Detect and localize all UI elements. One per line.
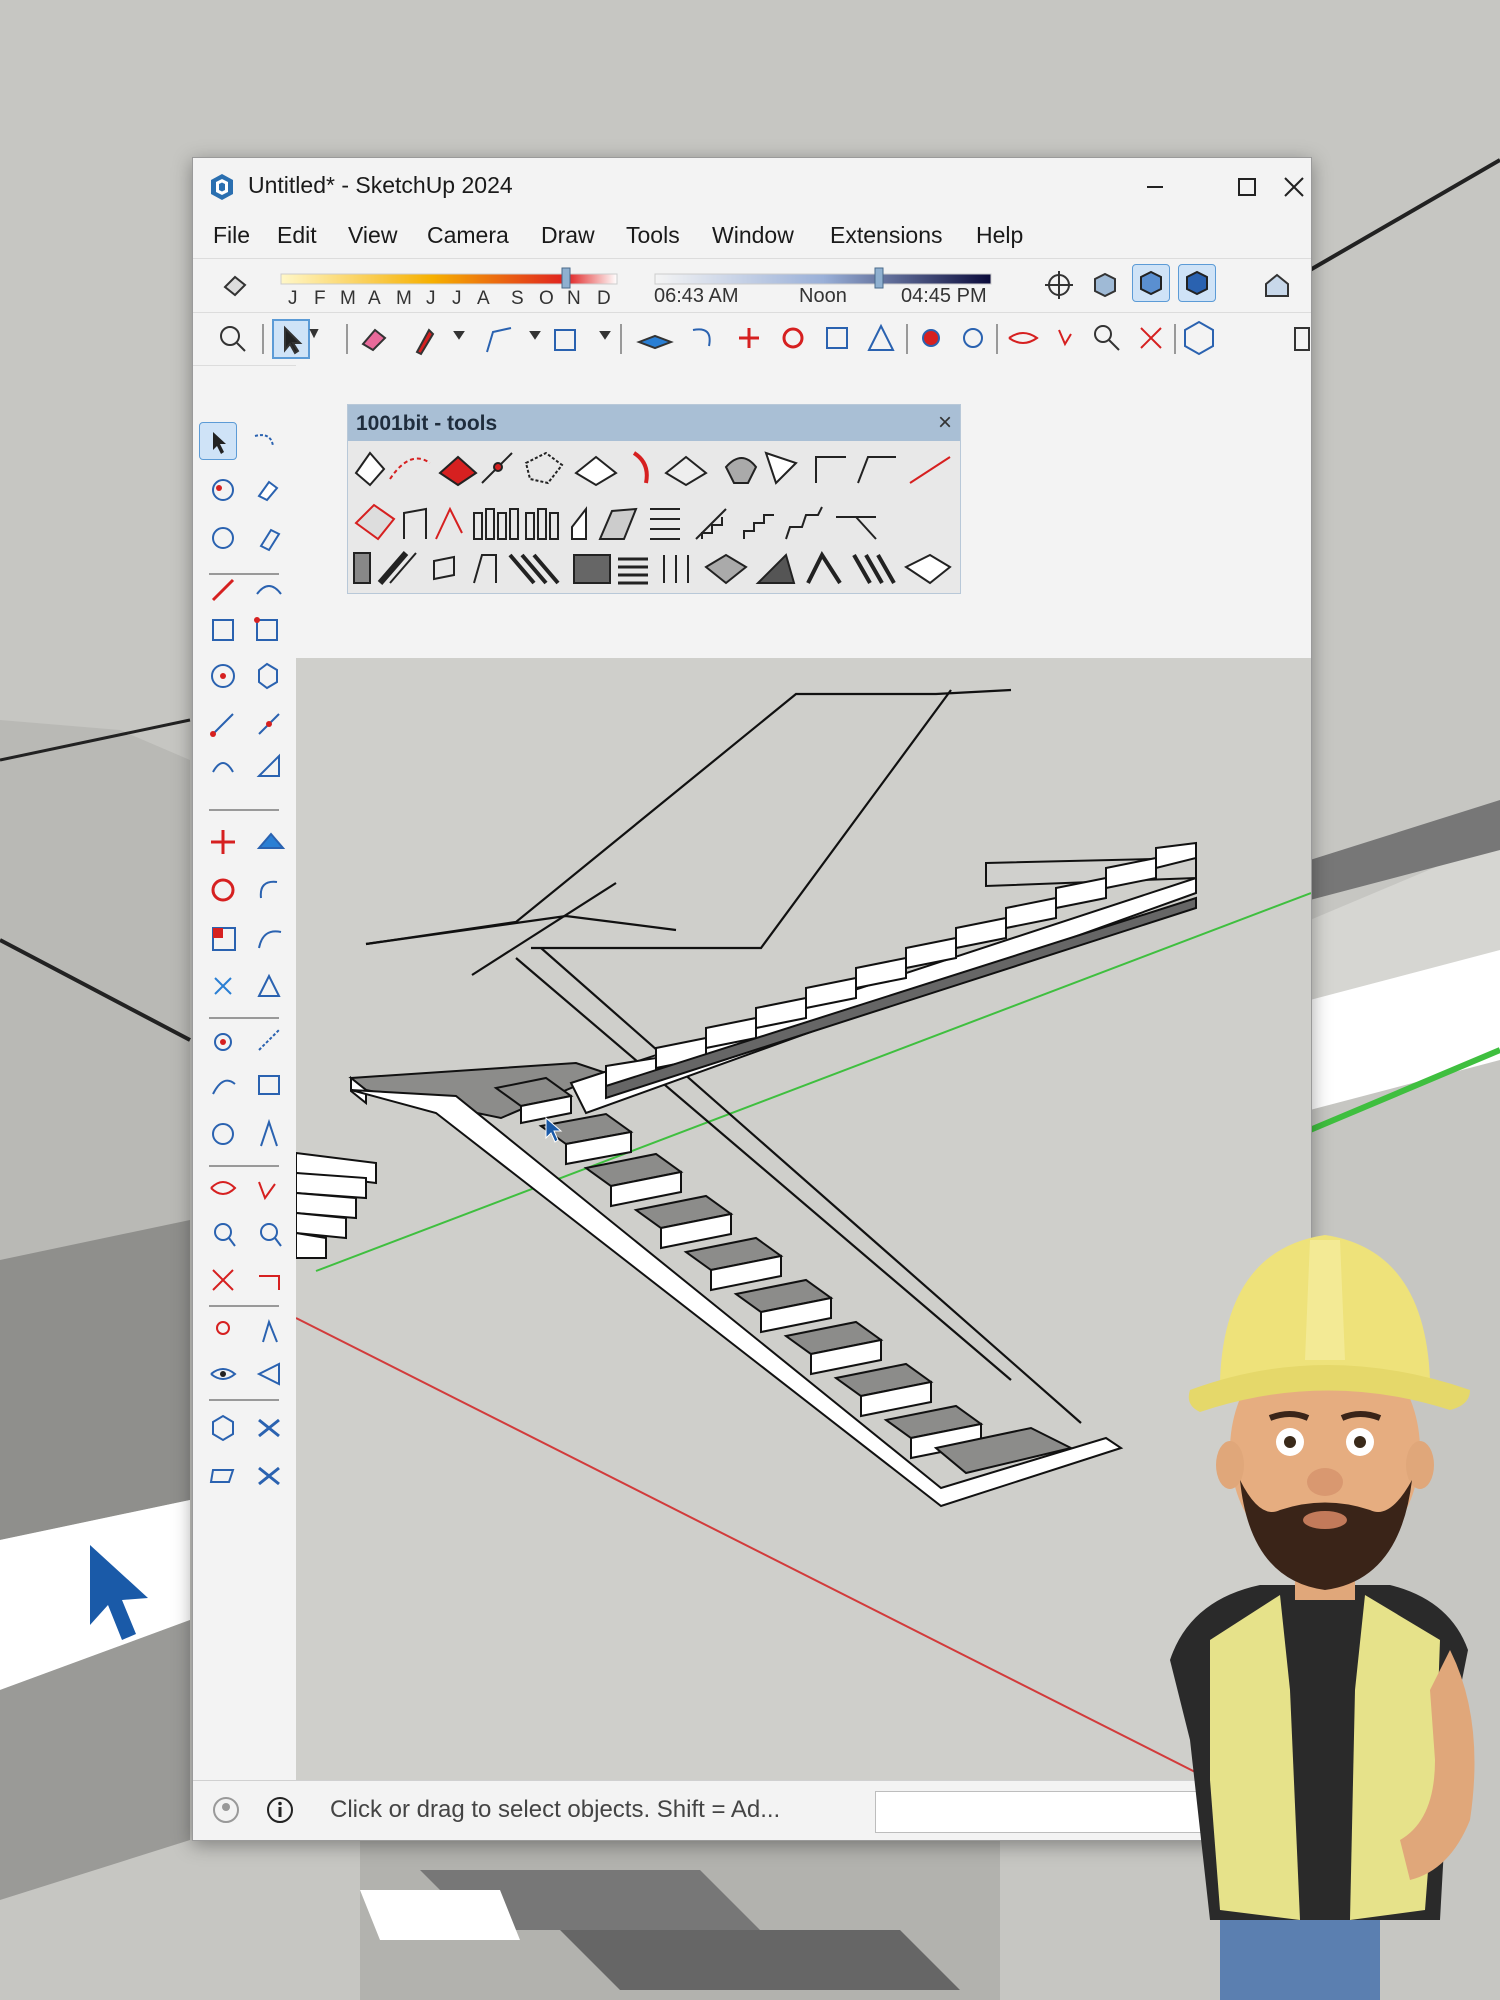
select-arrow-icon — [213, 432, 226, 454]
shadow-icon — [223, 275, 247, 297]
xray-button[interactable] — [1132, 264, 1170, 302]
menu-camera[interactable]: Camera — [427, 222, 509, 249]
crosshair-icon — [1045, 271, 1073, 299]
maximize-icon — [1238, 178, 1256, 196]
time-start-label: 06:43 AM — [654, 285, 739, 307]
left-toolbar-icons[interactable] — [199, 470, 291, 1670]
house-icon — [1265, 273, 1289, 297]
menu-tools[interactable]: Tools — [626, 222, 680, 249]
position-camera-button[interactable] — [1040, 266, 1078, 304]
select-tool[interactable] — [199, 422, 237, 460]
month-label: D — [597, 288, 611, 309]
lasso-icon — [254, 434, 274, 447]
month-slider-thumb[interactable] — [561, 267, 571, 289]
month-label: J — [452, 288, 462, 309]
extension-panel-header: 1001bit - tools × — [348, 405, 960, 441]
month-slider[interactable] — [279, 266, 619, 290]
month-label: M — [340, 288, 356, 309]
upper-flight — [569, 841, 1197, 1115]
menu-window[interactable]: Window — [712, 222, 794, 249]
left-partial-stair — [295, 1151, 377, 1259]
month-label: M — [396, 288, 412, 309]
menu-view[interactable]: View — [348, 222, 397, 249]
month-label: J — [426, 288, 436, 309]
extension-panel-1001bit: 1001bit - tools × — [347, 404, 961, 594]
month-label: A — [368, 288, 381, 309]
menu-bar: File Edit View Camera Draw Tools Window … — [193, 216, 1311, 256]
minimize-button[interactable] — [1125, 166, 1185, 208]
month-label: A — [477, 288, 490, 309]
extension-panel-close-button[interactable]: × — [938, 409, 952, 437]
lower-flight — [350, 1076, 1124, 1508]
info-icon[interactable] — [265, 1795, 295, 1825]
extension-tool-icons[interactable] — [350, 443, 956, 589]
geo-location-icon[interactable] — [211, 1795, 241, 1825]
style-cube-icon — [1094, 272, 1116, 298]
month-label: S — [511, 288, 524, 309]
title-bar: Untitled* - SketchUp 2024 — [193, 158, 1311, 216]
menu-extensions[interactable]: Extensions — [830, 222, 943, 249]
menu-file[interactable]: File — [213, 222, 250, 249]
time-mid-label: Noon — [799, 285, 847, 307]
red-axis — [295, 1317, 1212, 1781]
menu-draw[interactable]: Draw — [541, 222, 595, 249]
styles-button[interactable] — [1086, 266, 1124, 304]
sketchup-logo-icon — [211, 174, 233, 200]
close-icon — [1284, 177, 1304, 197]
lasso-tool[interactable] — [245, 424, 283, 462]
close-button[interactable] — [1264, 166, 1311, 208]
shaded-cube-icon — [1186, 270, 1208, 296]
window-title: Untitled* - SketchUp 2024 — [248, 172, 513, 198]
menu-edit[interactable]: Edit — [277, 222, 317, 249]
minimize-icon — [1147, 186, 1163, 188]
month-label: J — [288, 288, 298, 309]
jeans — [1220, 1920, 1380, 2000]
extension-panel-title: 1001bit - tools — [356, 412, 498, 435]
status-bar: Click or drag to select objects. Shift =… — [193, 1780, 1311, 1840]
month-label: O — [539, 288, 554, 309]
time-slider-thumb[interactable] — [874, 267, 884, 289]
shaded-button[interactable] — [1178, 264, 1216, 302]
main-toolbar-icons[interactable] — [193, 316, 1311, 362]
xray-cube-icon — [1140, 270, 1162, 296]
house-view-button[interactable] — [1258, 266, 1296, 304]
status-text: Click or drag to select objects. Shift =… — [330, 1796, 781, 1823]
month-label: N — [567, 288, 581, 309]
construction-worker-character — [1170, 1235, 1475, 2000]
month-label: F — [314, 288, 326, 309]
time-end-label: 04:45 PM — [901, 285, 987, 307]
shadow-toggle-button[interactable] — [215, 267, 253, 305]
sketchup-window: Untitled* - SketchUp 2024 File Edit View… — [192, 157, 1312, 1841]
menu-help[interactable]: Help — [976, 222, 1023, 249]
